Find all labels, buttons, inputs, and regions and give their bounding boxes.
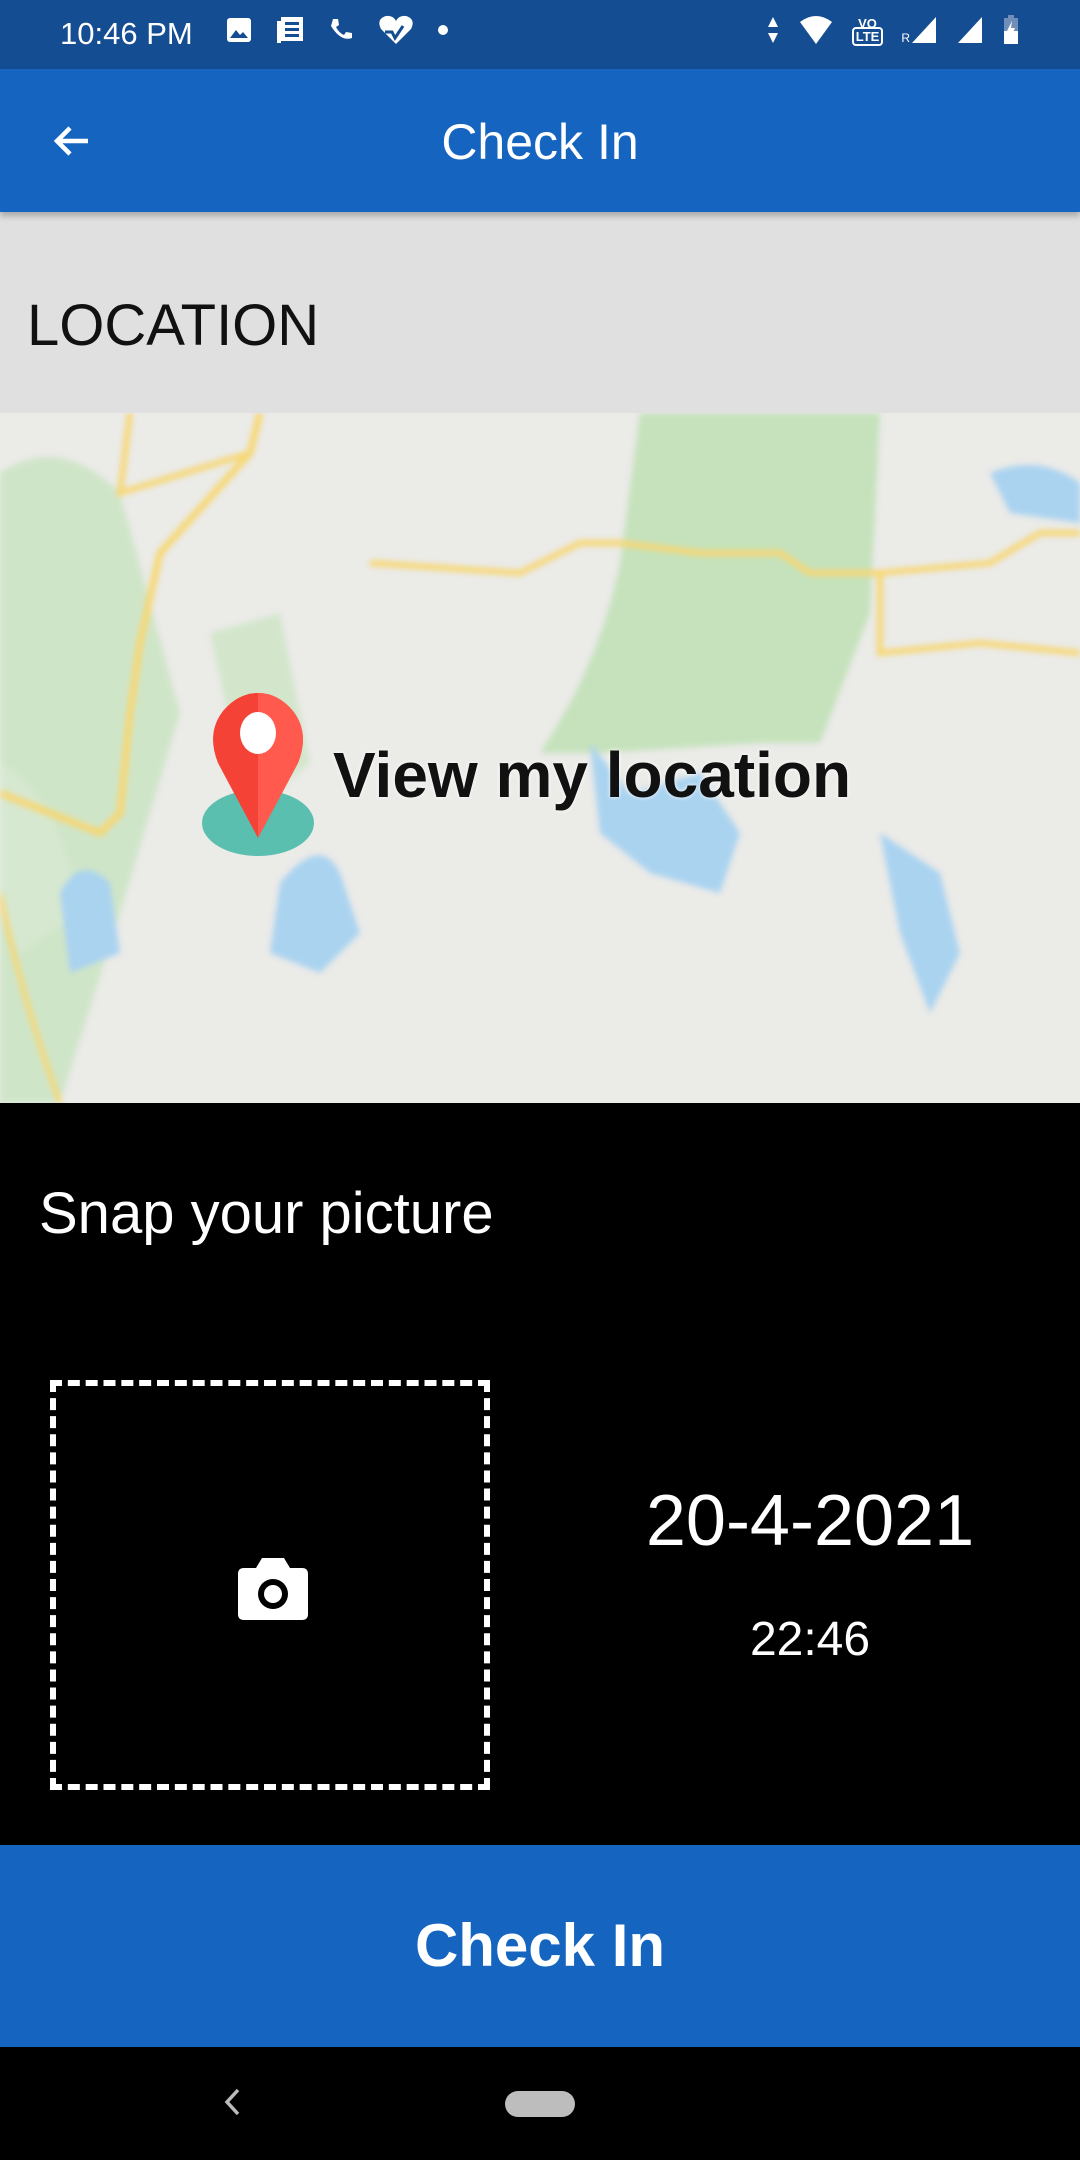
location-header: LOCATION xyxy=(0,212,1080,413)
news-icon xyxy=(277,17,303,43)
map-pin-icon xyxy=(202,693,314,856)
battery-charging-icon xyxy=(1004,15,1018,44)
dot-icon xyxy=(438,25,448,35)
check-in-button[interactable]: Check In xyxy=(0,1845,1080,2047)
snap-title: Snap your picture xyxy=(39,1181,494,1246)
current-time: 22:46 xyxy=(749,1613,871,1666)
location-heading: LOCATION xyxy=(27,293,320,358)
current-date: 20-4-2021 xyxy=(645,1481,975,1561)
volte-icon: VO LTE xyxy=(851,17,884,46)
phone-icon xyxy=(331,19,352,39)
view-location-map[interactable]: View my location xyxy=(0,413,1080,1103)
status-time: 10:46 PM xyxy=(60,16,193,51)
page-title: Check In xyxy=(441,114,639,170)
camera-icon[interactable] xyxy=(236,1556,310,1620)
lte-label: LTE xyxy=(851,27,884,46)
signal-roaming-icon: R xyxy=(901,15,938,45)
wifi-icon xyxy=(799,16,832,44)
status-bar: 10:46 PM VO LTE R xyxy=(0,0,1080,69)
data-arrows-icon xyxy=(767,17,778,43)
image-icon xyxy=(227,18,251,42)
home-pill[interactable] xyxy=(505,2091,575,2117)
navigation-bar xyxy=(0,2047,1080,2160)
back-nav-icon[interactable] xyxy=(222,2087,242,2117)
signal-icon xyxy=(958,17,982,43)
view-location-label: View my location xyxy=(333,739,852,811)
app-bar: Check In xyxy=(0,69,1080,212)
take-photo-box[interactable] xyxy=(50,1380,490,1790)
health-icon xyxy=(379,15,413,44)
roaming-label: R xyxy=(901,31,910,45)
